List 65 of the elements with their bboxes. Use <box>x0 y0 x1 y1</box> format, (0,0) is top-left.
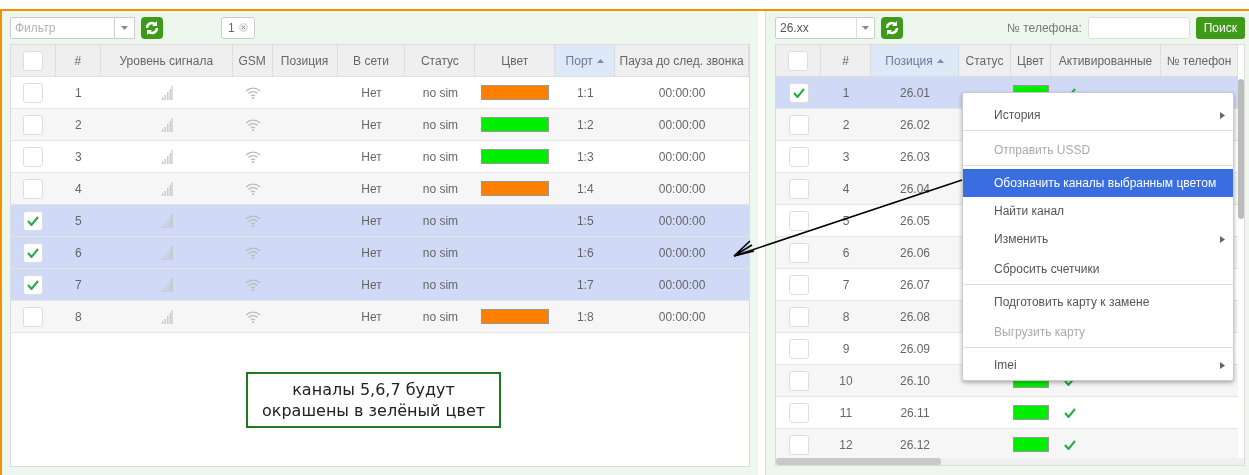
table-cell-text: 00:00:00 <box>658 180 706 198</box>
table-cell-text: 26.05 <box>900 212 930 230</box>
table-cell-text: Нет <box>361 276 382 294</box>
table-cell-text: 26.11 <box>900 404 930 422</box>
table-cell-text: 26.04 <box>900 180 930 198</box>
table-cell-text: 12 <box>839 436 853 454</box>
table-cell-text: 1:5 <box>576 212 594 230</box>
table-cell-text: 9 <box>842 340 850 358</box>
table-cell-text: 1:8 <box>576 308 594 326</box>
table-cell-text: Нет <box>361 84 382 102</box>
table-cell-text: 8 <box>75 308 82 326</box>
table-cell-text: 3 <box>842 148 850 166</box>
table-cell-text: Нет <box>361 244 382 262</box>
table-cell-text: 00:00:00 <box>658 212 706 230</box>
table-cell-text: 3 <box>75 148 82 166</box>
table-cell-text: no sim <box>422 116 459 134</box>
table-cell-text: 00:00:00 <box>658 276 706 294</box>
table-cell-text: 5 <box>75 212 82 230</box>
table-cell-text: no sim <box>422 212 459 230</box>
table-cell-text: 1 <box>842 84 850 102</box>
table-cell-text: 1 <box>75 84 82 102</box>
table-cell-text: 1:1 <box>576 84 594 102</box>
table-cell-text: 26.01 <box>900 84 930 102</box>
table-cell-text: no sim <box>422 148 459 166</box>
table-cell-text: 8 <box>842 308 850 326</box>
table-cell-text: no sim <box>422 84 459 102</box>
table-cell-text: 00:00:00 <box>658 84 706 102</box>
table-cell-text: 00:00:00 <box>658 148 706 166</box>
annotation-note: каналы 5,6,7 будут окрашены в зелёный цвет <box>246 371 502 428</box>
table-cell-text: 10 <box>839 372 853 390</box>
table-cell-text: 26.06 <box>900 244 930 262</box>
table-cell-text: 26.12 <box>900 436 930 454</box>
table-cell-text: 26.02 <box>900 116 930 134</box>
table-cell-text: no sim <box>422 276 459 294</box>
table-cell-text: 00:00:00 <box>658 116 706 134</box>
table-cell-text: 2 <box>842 116 850 134</box>
table-cell-text: 4 <box>75 180 82 198</box>
table-cell-text: 26.09 <box>900 340 930 358</box>
phone-label: № телефона: <box>1007 19 1082 37</box>
table-cell-text: no sim <box>422 180 459 198</box>
table-cell-text: no sim <box>422 244 459 262</box>
table-cell-text: Нет <box>361 148 382 166</box>
table-cell-text: 1:2 <box>576 116 594 134</box>
table-cell-text: 4 <box>842 180 850 198</box>
table-cell-text: 26.03 <box>900 148 930 166</box>
table-cell-text: Нет <box>361 308 382 326</box>
table-cell-text: Нет <box>361 212 382 230</box>
table-cell-text: Нет <box>361 180 382 198</box>
table-cell-text: 1:3 <box>576 148 594 166</box>
table-cell-text: 1:4 <box>576 180 594 198</box>
table-cell-text: 7 <box>842 276 850 294</box>
table-cell-text: 00:00:00 <box>658 308 706 326</box>
table-cell-text: Нет <box>361 116 382 134</box>
table-cell-text: 6 <box>842 244 850 262</box>
table-cell-text: 26.07 <box>900 276 930 294</box>
table-cell-text: 1:6 <box>576 244 594 262</box>
table-cell-text: 2 <box>75 116 82 134</box>
table-cell-text: 26.08 <box>900 308 930 326</box>
table-cell-text: no sim <box>422 308 459 326</box>
table-cell-text: 6 <box>75 244 82 262</box>
table-cell-text: 11 <box>839 404 853 422</box>
table-cell-text: 26.10 <box>900 372 930 390</box>
table-cell-text: 00:00:00 <box>658 244 706 262</box>
table-cell-text: 7 <box>75 276 82 294</box>
table-cell-text: 1:7 <box>576 276 594 294</box>
